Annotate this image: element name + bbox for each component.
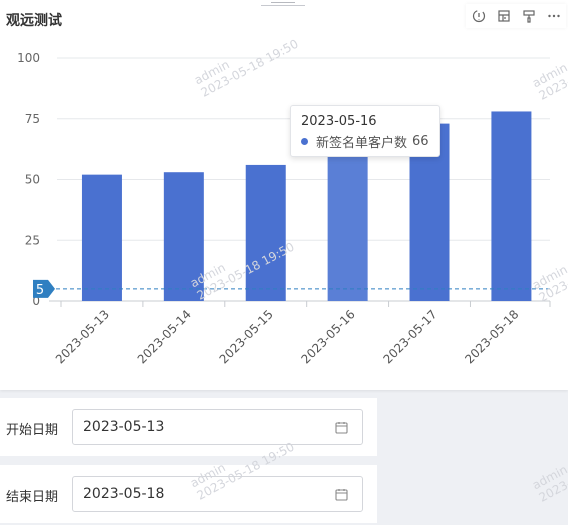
tooltip-title: 2023-05-16 [301,114,377,129]
y-tick-label: 25 [25,233,40,247]
chart-card: 观远测试 100 75 50 25 0 2023-05-13 2023-05-14 2023-… [0,0,568,390]
start-date-value: 2023-05-13 [83,419,165,435]
x-tick-label: 2023-05-16 [299,307,358,366]
export-icon[interactable] [494,6,514,26]
tooltip-series: 新签名单客户数 [316,136,408,151]
chart-title: 观远测试 [6,13,62,29]
start-date-label: 开始日期 [6,423,59,438]
format-painter-icon[interactable] [519,6,539,26]
drag-handle[interactable] [261,0,305,6]
bar-chart: 10075502502023-05-13 2023-05-14 2023-05-15… [17,51,551,366]
end-date-label: 结束日期 [6,490,59,505]
end-date-value: 2023-05-18 [83,486,165,502]
watermark: admin2023-05-18 19:50 [530,429,568,505]
start-date-input[interactable]: 2023-05-13 [72,409,363,445]
y-tick-label: 100 [17,51,40,65]
start-date-filter: 开始日期 2023-05-13 [0,398,377,456]
bar [163,172,204,301]
y-tick-label: 50 [25,173,40,187]
x-tick-label: 2023-05-18 [462,307,521,366]
bar [81,174,122,301]
bar [327,140,368,301]
x-tick-label: 2023-05-15 [217,307,276,366]
tooltip-value: 66 [412,134,429,149]
end-date-filter: 结束日期 2023-05-18 [0,465,377,523]
x-tick-label: 2023-05-13 [53,307,112,366]
card-toolbar [466,4,566,28]
reference-line-label: 5 [36,283,44,298]
calendar-icon[interactable] [335,421,348,434]
series-dot-icon [301,138,308,145]
bar [491,111,532,302]
calendar-icon[interactable] [335,488,348,501]
watermark-time: 2023-05-18 19:50 [536,442,568,505]
x-tick-label: 2023-05-17 [380,307,439,366]
chart-tooltip: 2023-05-16 新签名单客户数 66 [290,105,440,157]
bar [245,164,286,301]
end-date-input[interactable]: 2023-05-18 [72,476,363,512]
info-icon[interactable] [469,6,489,26]
y-tick-label: 75 [25,112,40,126]
more-icon[interactable] [544,6,564,26]
watermark-user: admin [530,462,568,493]
x-tick-label: 2023-05-14 [135,307,194,366]
